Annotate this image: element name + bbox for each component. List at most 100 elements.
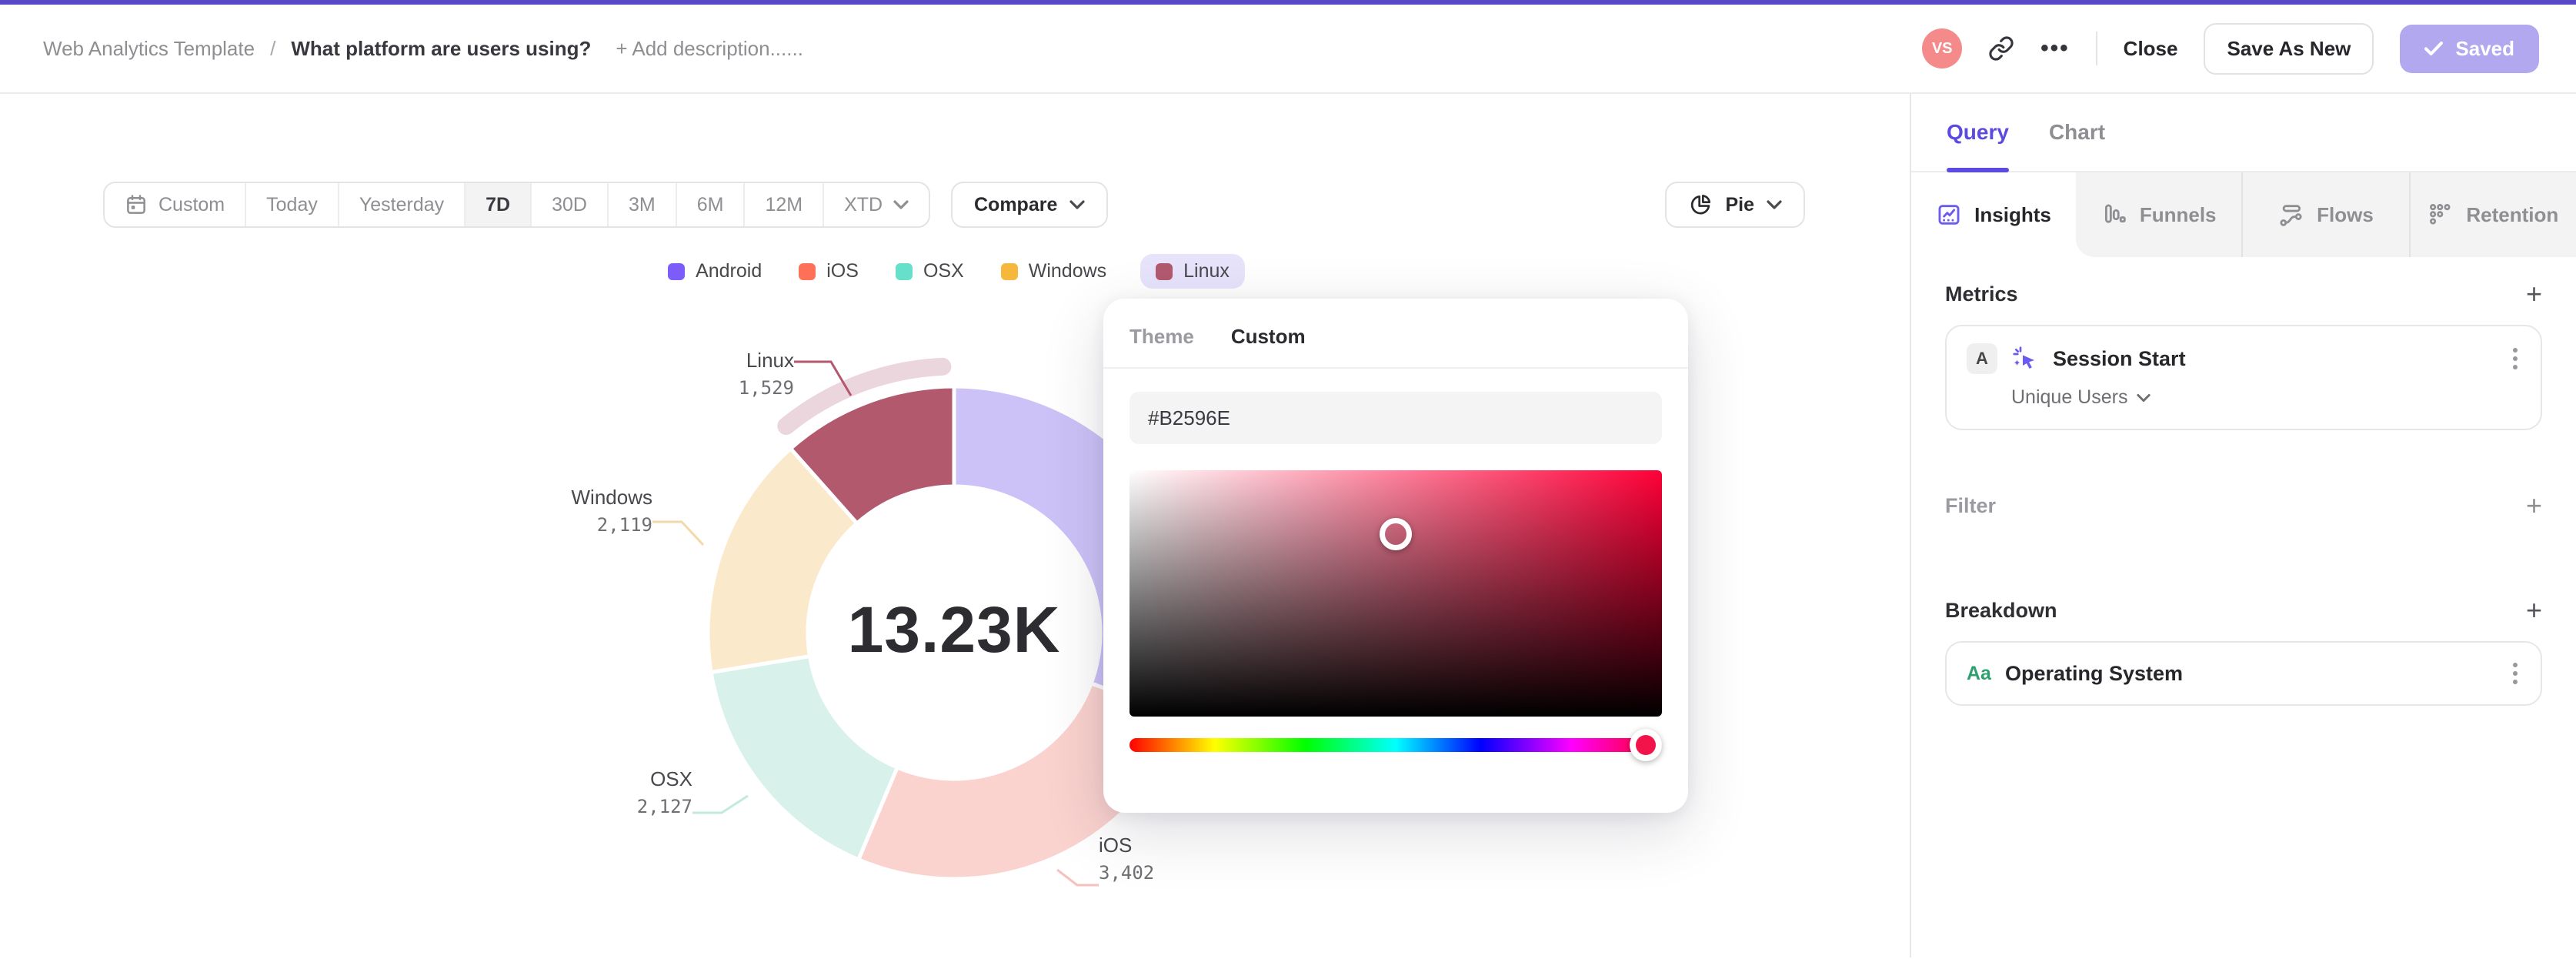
metric-aggregation-dropdown[interactable]: Unique Users	[2011, 386, 2521, 409]
tab-query[interactable]: Query	[1947, 94, 2010, 172]
breadcrumb: Web Analytics Template / What platform a…	[43, 37, 803, 61]
picker-tab-theme[interactable]: Theme	[1130, 325, 1194, 349]
legend-swatch	[1000, 262, 1018, 280]
insights-icon	[1938, 205, 1960, 225]
chart-label-ios: iOS 3,402	[1099, 831, 1246, 887]
legend-swatch	[668, 262, 686, 280]
metric-kebab-menu[interactable]	[2510, 345, 2521, 373]
view-tab-label: Insights	[1974, 202, 2051, 226]
avatar[interactable]: VS	[1922, 28, 1963, 68]
hue-slider-handle[interactable]	[1630, 729, 1663, 761]
pie-chart-icon	[1691, 194, 1711, 215]
color-picker-popup: Theme Custom #B2596E	[1103, 299, 1688, 813]
callout-line-ios	[1056, 868, 1099, 887]
range-6m[interactable]: 6M	[675, 183, 744, 226]
range-7d[interactable]: 7D	[464, 183, 531, 226]
view-tab-label: Retention	[2466, 202, 2559, 226]
callout-line-windows	[652, 520, 705, 546]
compare-label: Compare	[974, 193, 1058, 216]
donut-slice-osx[interactable]	[709, 654, 899, 862]
callout-line-osx	[692, 794, 749, 814]
range-yesterday[interactable]: Yesterday	[337, 183, 464, 226]
metric-aggregation-label: Unique Users	[2011, 386, 2128, 408]
close-button[interactable]: Close	[2124, 37, 2178, 61]
share-link-button[interactable]	[1988, 35, 2014, 62]
sidebar-tabs: Query Chart	[1911, 94, 2576, 172]
breakdown-section-header: Breakdown +	[1945, 596, 2542, 624]
ellipsis-icon: •••	[2040, 35, 2070, 61]
link-icon	[1989, 36, 2014, 61]
chart-type-button[interactable]: Pie	[1665, 182, 1805, 228]
chart-label-linux: Linux 1,529	[646, 346, 794, 402]
hue-slider-dot	[1636, 735, 1657, 755]
range-label: Custom	[158, 193, 225, 216]
breakdown-heading: Breakdown	[1945, 598, 2057, 622]
range-label: XTD	[844, 193, 883, 216]
view-tabs: Insights Funnels Flows Retention	[1911, 172, 2576, 257]
calendar-icon	[127, 195, 145, 214]
header-divider	[2095, 32, 2097, 65]
breakdown-kebab-menu[interactable]	[2510, 660, 2521, 687]
view-tab-funnels[interactable]: Funnels	[2076, 172, 2241, 257]
breakdown-card[interactable]: Aa Operating System	[1945, 641, 2542, 706]
metric-card[interactable]: A Session Start Unique Users	[1945, 325, 2542, 430]
chevron-down-icon	[1767, 200, 1782, 209]
chevron-down-icon	[893, 200, 909, 209]
breakdown-name: Operating System	[2004, 661, 2184, 685]
page-title[interactable]: What platform are users using?	[291, 37, 591, 61]
add-filter-button[interactable]: +	[2526, 492, 2542, 520]
chevron-down-icon	[2137, 393, 2151, 402]
range-custom[interactable]: Custom	[105, 183, 245, 226]
chart-label-name: OSX	[650, 767, 692, 790]
range-3m[interactable]: 3M	[606, 183, 676, 226]
chart-label-value: 1,529	[738, 377, 794, 399]
metrics-section-header: Metrics +	[1945, 280, 2542, 308]
add-breakdown-button[interactable]: +	[2526, 596, 2542, 624]
view-tab-insights[interactable]: Insights	[1911, 172, 2076, 257]
header-actions: VS ••• Close Save As New Saved	[1922, 22, 2539, 75]
color-cursor[interactable]	[1380, 518, 1412, 551]
range-label: 12M	[765, 193, 803, 216]
range-label: Today	[266, 193, 318, 216]
view-tab-flows[interactable]: Flows	[2241, 172, 2408, 257]
save-as-new-button[interactable]: Save As New	[2204, 22, 2374, 75]
chart-label-name: iOS	[1099, 834, 1133, 857]
metrics-heading: Metrics	[1945, 282, 2018, 306]
compare-button[interactable]: Compare	[951, 182, 1109, 228]
check-icon	[2424, 42, 2444, 55]
saturation-value-area[interactable]	[1130, 470, 1662, 717]
filter-heading: Filter	[1945, 493, 1997, 517]
metric-row: A Session Start	[1967, 343, 2521, 374]
header: Web Analytics Template / What platform a…	[0, 5, 2576, 94]
chevron-down-icon	[1069, 200, 1085, 209]
chart-label-osx: OSX 2,127	[545, 765, 692, 820]
range-label: 6M	[696, 193, 724, 216]
chart-center-total: 13.23K	[847, 593, 1061, 666]
chart-label-value: 3,402	[1099, 862, 1155, 884]
hex-color-input[interactable]: #B2596E	[1130, 392, 1662, 444]
saved-label: Saved	[2455, 36, 2514, 60]
add-metric-button[interactable]: +	[2526, 280, 2542, 308]
legend-swatch	[895, 262, 913, 280]
view-tab-label: Funnels	[2139, 202, 2217, 226]
chart-type-label: Pie	[1725, 193, 1754, 216]
hue-slider[interactable]	[1130, 729, 1663, 761]
saved-button[interactable]: Saved	[2400, 24, 2539, 73]
breakdown-type-badge: Aa	[1967, 662, 1991, 684]
chart-label-name: Windows	[571, 486, 652, 509]
range-30d[interactable]: 30D	[530, 183, 607, 226]
range-today[interactable]: Today	[245, 183, 338, 226]
range-xtd[interactable]: XTD	[823, 183, 929, 226]
range-12m[interactable]: 12M	[743, 183, 823, 226]
body: Custom Today Yesterday 7D 30D 3M 6M 12M …	[0, 94, 2576, 957]
breadcrumb-root[interactable]: Web Analytics Template	[43, 37, 255, 61]
metric-series-badge: A	[1967, 343, 1997, 374]
filter-section-header: Filter +	[1945, 492, 2542, 520]
legend-swatch	[799, 262, 816, 280]
picker-tab-custom[interactable]: Custom	[1231, 325, 1306, 349]
add-description[interactable]: + Add description......	[616, 37, 803, 61]
view-tab-retention[interactable]: Retention	[2408, 172, 2576, 257]
chart-label-windows: Windows 2,119	[505, 483, 652, 539]
more-options-button[interactable]: •••	[2040, 35, 2070, 62]
tab-chart[interactable]: Chart	[2049, 94, 2105, 171]
